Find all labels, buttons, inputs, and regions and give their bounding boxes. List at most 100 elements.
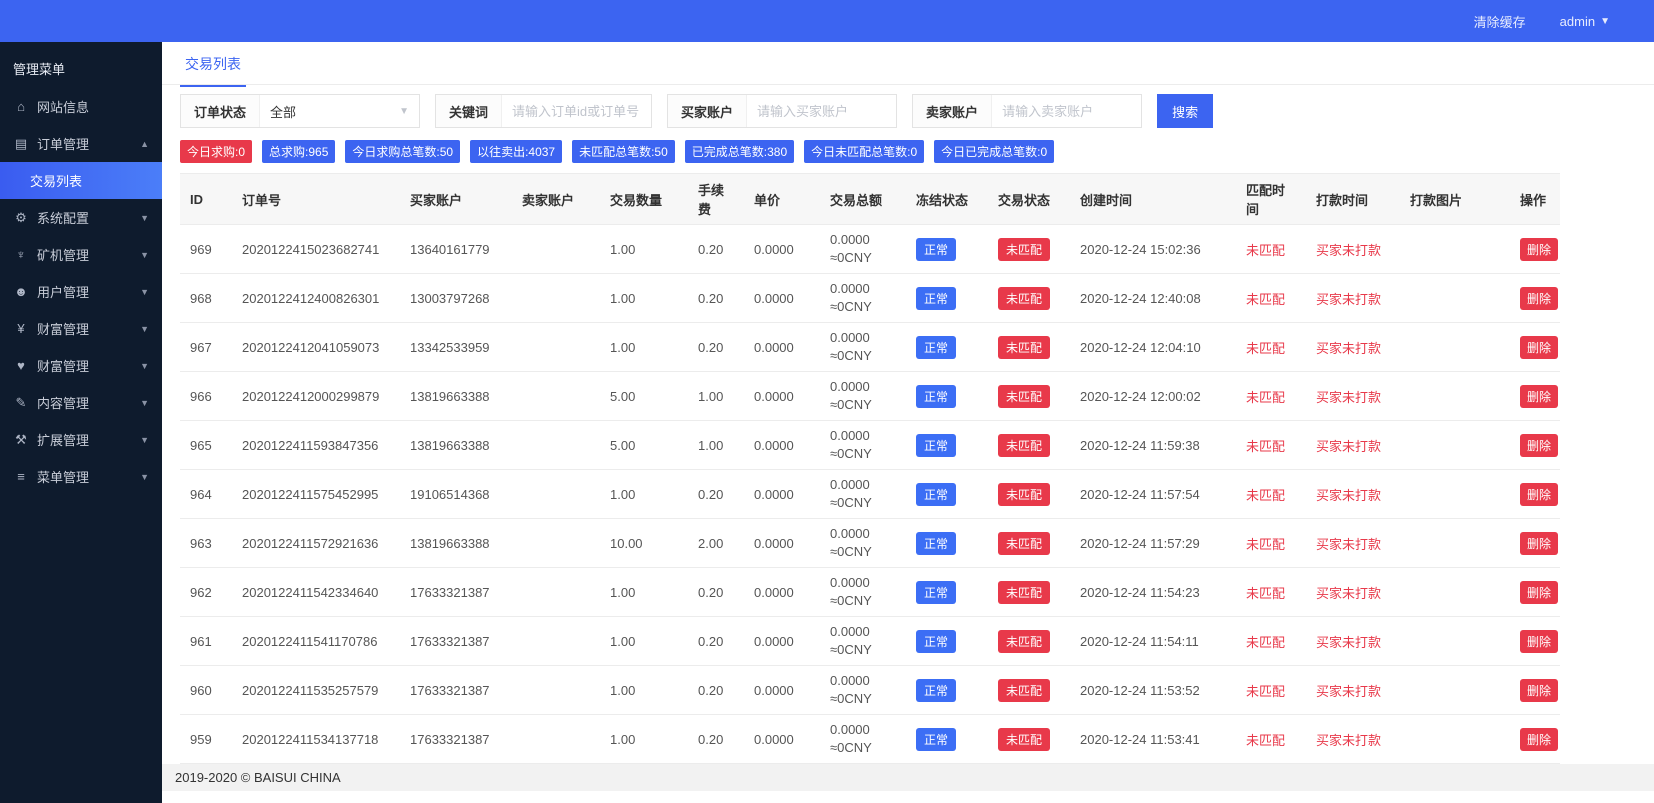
cell-seller bbox=[512, 371, 600, 421]
trade-quantity: 1.00 bbox=[610, 731, 636, 747]
trade-quantity: 10.00 bbox=[610, 535, 643, 551]
cell-fee: 0.20 bbox=[688, 714, 744, 764]
order-id: 964 bbox=[190, 486, 212, 502]
sidebar-item-wealth-management-2[interactable]: ♥ 财富管理 ▼ bbox=[0, 347, 162, 384]
delete-button[interactable]: 删除 bbox=[1520, 237, 1559, 261]
buyer-account: 13819663388 bbox=[410, 535, 490, 551]
tab-trade-list[interactable]: 交易列表 bbox=[180, 54, 246, 87]
delete-button[interactable]: 删除 bbox=[1520, 482, 1559, 506]
buyer-account: 17633321387 bbox=[410, 633, 490, 649]
cell-fee: 0.20 bbox=[688, 616, 744, 666]
cell-pay-time: 买家未打款 bbox=[1306, 273, 1400, 323]
seller-input[interactable] bbox=[991, 95, 1142, 127]
unit-price: 0.0000 bbox=[754, 241, 794, 257]
tab-bar: 交易列表 bbox=[162, 42, 1654, 87]
sidebar-item-trade-list[interactable]: 交易列表 bbox=[0, 162, 162, 199]
delete-button[interactable]: 删除 bbox=[1520, 384, 1559, 408]
order-number: 2020122411572921636 bbox=[242, 535, 379, 551]
table-row: 960 2020122411535257579 17633321387 1.00 0.2… bbox=[180, 665, 1560, 715]
cell-freeze-status: 正常 bbox=[906, 518, 988, 568]
freeze-status-badge: 正常 bbox=[916, 482, 957, 506]
stat-badge: 已完成总笔数:380 bbox=[684, 140, 795, 163]
created-time: 2020-12-24 12:00:02 bbox=[1080, 388, 1201, 404]
table-row: 962 2020122411542334640 17633321387 1.00 0.2… bbox=[180, 567, 1560, 617]
cell-qty: 1.00 bbox=[600, 469, 688, 519]
delete-button[interactable]: 删除 bbox=[1520, 335, 1559, 359]
sidebar-item-wealth-management[interactable]: ¥ 财富管理 ▼ bbox=[0, 310, 162, 347]
sidebar-item-website-info[interactable]: ⌂ 网站信息 bbox=[0, 88, 162, 125]
pay-time-text: 买家未打款 bbox=[1316, 487, 1382, 503]
cell-pay-time: 买家未打款 bbox=[1306, 469, 1400, 519]
sidebar-item-content-management[interactable]: ✎ 内容管理 ▼ bbox=[0, 384, 162, 421]
cell-order-no: 2020122411535257579 bbox=[232, 665, 400, 715]
wrench-icon: ⚒ bbox=[15, 431, 27, 447]
cell-buyer: 17633321387 bbox=[400, 616, 512, 666]
sidebar-item-system-config[interactable]: ⚙ 系统配置 ▼ bbox=[0, 199, 162, 236]
sidebar-item-miner-management[interactable]: ♆ 矿机管理 ▼ bbox=[0, 236, 162, 273]
total-cny: ≈0CNY bbox=[830, 397, 872, 412]
delete-button[interactable]: 删除 bbox=[1520, 629, 1559, 653]
sidebar-item-menu-management[interactable]: ≡ 菜单管理 ▼ bbox=[0, 458, 162, 495]
home-icon: ⌂ bbox=[17, 99, 25, 114]
cell-id: 964 bbox=[180, 469, 232, 519]
total-cny: ≈0CNY bbox=[830, 250, 872, 265]
match-time-text: 未匹配 bbox=[1246, 389, 1286, 405]
cell-total: 0.0000 ≈0CNY bbox=[820, 714, 906, 764]
delete-button[interactable]: 删除 bbox=[1520, 580, 1559, 604]
cell-total: 0.0000 ≈0CNY bbox=[820, 420, 906, 470]
cell-order-no: 2020122411541170786 bbox=[232, 616, 400, 666]
table-row: 968 2020122412400826301 13003797268 1.00 0.2… bbox=[180, 273, 1560, 323]
admin-menu[interactable]: admin ▼ bbox=[1560, 14, 1610, 29]
freeze-status-badge: 正常 bbox=[916, 629, 957, 653]
delete-button[interactable]: 删除 bbox=[1520, 531, 1559, 555]
keyword-input[interactable] bbox=[501, 95, 652, 127]
clear-cache-link[interactable]: 清除缓存 bbox=[1474, 12, 1526, 31]
cell-pay-time: 买家未打款 bbox=[1306, 567, 1400, 617]
match-time-text: 未匹配 bbox=[1246, 291, 1286, 307]
match-time-text: 未匹配 bbox=[1246, 732, 1286, 748]
cell-action: 删除 bbox=[1510, 469, 1560, 519]
sidebar-item-order-management[interactable]: ▤ 订单管理 ▲ bbox=[0, 125, 162, 162]
cell-action: 删除 bbox=[1510, 567, 1560, 617]
order-id: 969 bbox=[190, 241, 212, 257]
cell-created: 2020-12-24 11:59:38 bbox=[1070, 420, 1236, 470]
cell-trade-status: 未匹配 bbox=[988, 714, 1070, 764]
total-amount: 0.0000 bbox=[830, 428, 870, 444]
search-button[interactable]: 搜索 bbox=[1157, 94, 1214, 128]
cell-pay-image bbox=[1400, 469, 1510, 519]
cell-buyer: 13640161779 bbox=[400, 224, 512, 274]
cell-order-no: 2020122412041059073 bbox=[232, 322, 400, 372]
delete-button[interactable]: 删除 bbox=[1520, 678, 1559, 702]
buyer-input[interactable] bbox=[746, 95, 897, 127]
cell-created: 2020-12-24 11:53:41 bbox=[1070, 714, 1236, 764]
stat-badge: 今日求购:0 bbox=[180, 140, 253, 163]
orders-icon: ▤ bbox=[14, 135, 28, 151]
cell-price: 0.0000 bbox=[744, 567, 820, 617]
cell-fee: 0.20 bbox=[688, 567, 744, 617]
cell-total: 0.0000 ≈0CNY bbox=[820, 224, 906, 274]
column-header: 交易状态 bbox=[988, 173, 1070, 225]
cell-action: 删除 bbox=[1510, 518, 1560, 568]
fee-value: 2.00 bbox=[698, 535, 724, 551]
cell-fee: 1.00 bbox=[688, 371, 744, 421]
sidebar-item-label: 扩展管理 bbox=[37, 433, 90, 448]
total-cny: ≈0CNY bbox=[830, 691, 872, 706]
table-row: 963 2020122411572921636 13819663388 10.00 2.… bbox=[180, 518, 1560, 568]
sidebar-item-label: 系统配置 bbox=[37, 211, 90, 226]
cell-seller bbox=[512, 273, 600, 323]
cell-price: 0.0000 bbox=[744, 273, 820, 323]
delete-button[interactable]: 删除 bbox=[1520, 286, 1559, 310]
delete-button[interactable]: 删除 bbox=[1520, 727, 1559, 751]
sidebar-item-user-management[interactable]: ☻ 用户管理 ▼ bbox=[0, 273, 162, 310]
sidebar-item-extension-management[interactable]: ⚒ 扩展管理 ▼ bbox=[0, 421, 162, 458]
trade-quantity: 1.00 bbox=[610, 241, 636, 257]
cell-match-time: 未匹配 bbox=[1236, 420, 1306, 470]
delete-button[interactable]: 删除 bbox=[1520, 433, 1559, 457]
buyer-account: 17633321387 bbox=[410, 584, 490, 600]
cell-created: 2020-12-24 11:53:52 bbox=[1070, 665, 1236, 715]
total-cny: ≈0CNY bbox=[830, 299, 872, 314]
pay-time-text: 买家未打款 bbox=[1316, 536, 1382, 552]
order-status-select[interactable]: 全部 ▼ bbox=[259, 95, 419, 127]
created-time: 2020-12-24 11:57:29 bbox=[1080, 535, 1200, 551]
cell-action: 删除 bbox=[1510, 665, 1560, 715]
